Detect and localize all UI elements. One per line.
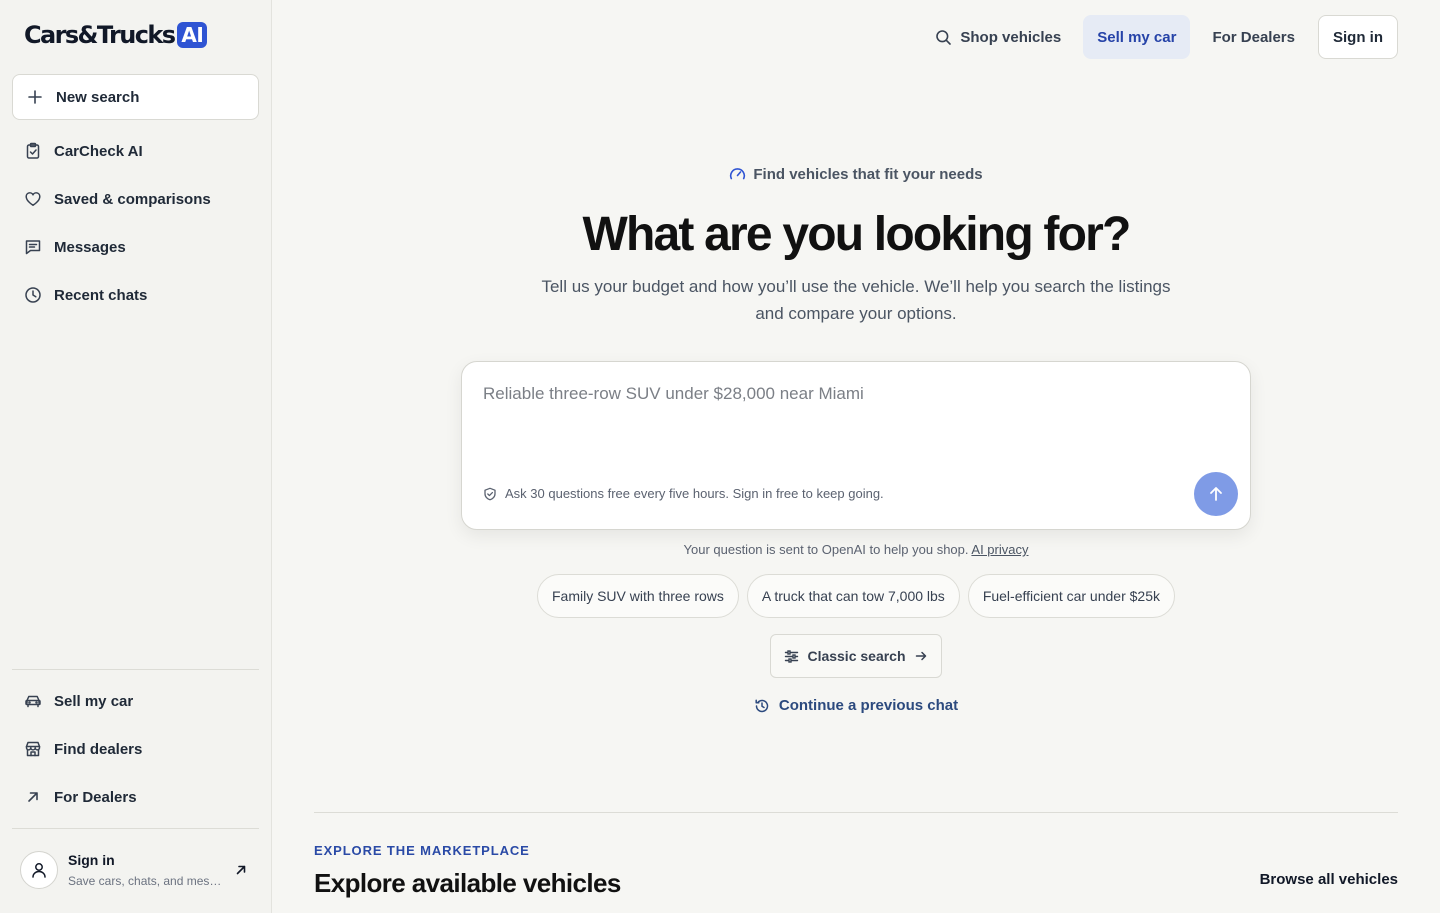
sign-in-button[interactable]: Sign in [1318,15,1398,59]
page-title: What are you looking for? [582,208,1131,261]
car-icon [24,692,42,710]
message-icon [24,238,42,256]
classic-search-button[interactable]: Classic search [770,634,942,678]
brand-badge: AI [177,22,208,48]
sidebar-divider [12,828,259,829]
section-divider [314,812,1398,813]
sidebar-item-label: Messages [54,238,126,256]
sidebar: Cars&Trucks AI New search CarCheck AI Sa… [0,0,272,913]
account-title: Sign in [68,852,115,868]
sidebar-item-label: For Dealers [54,788,137,806]
shop-vehicles-link[interactable]: Shop vehicles [935,15,1075,59]
store-icon [24,740,42,758]
account-signin[interactable]: Sign in Save cars, chats, and messages [12,838,259,902]
quota-text: Ask 30 questions free every five hours. … [505,486,884,501]
continue-chat-label: Continue a previous chat [778,697,959,714]
prompt-input[interactable] [483,382,1223,442]
clock-icon [24,286,42,304]
account-subtitle: Save cars, chats, and messages [68,874,224,888]
sidebar-item-saved[interactable]: Saved & comparisons [12,179,259,219]
clipboard-check-icon [24,142,42,160]
hero-kicker-text: Find vehicles that fit your needs [753,166,983,183]
sidebar-item-label: CarCheck AI [54,142,143,160]
arrow-right-icon [914,649,928,663]
continue-chat-link[interactable]: Continue a previous chat [272,697,1440,714]
arrow-up-right-icon [24,788,42,806]
sidebar-item-messages[interactable]: Messages [12,227,259,267]
browse-all-vehicles-link[interactable]: Browse all vehicles [1260,871,1398,888]
plus-icon [27,89,43,105]
top-nav: Shop vehicles Sell my car For Dealers Si… [927,15,1398,59]
hero-subtitle: Tell us your budget and how you’ll use t… [541,277,1171,323]
suggestion-chip[interactable]: Family SUV with three rows [536,574,739,618]
search-icon [935,29,960,46]
suggestion-chips: Family SUV with three rows A truck that … [272,574,1440,618]
arrow-up-right-icon [234,863,248,877]
prompt-box: Ask 30 questions free every five hours. … [461,361,1251,530]
shield-check-icon [483,487,505,501]
avatar [20,851,58,889]
sidebar-item-recent-chats[interactable]: Recent chats [12,275,259,315]
suggestion-chip[interactable]: Fuel-efficient car under $25k [967,574,1175,618]
new-search-label: New search [56,88,140,106]
explore-title: Explore available vehicles [314,868,621,898]
brand-name: Cars&Trucks [24,21,176,49]
classic-search-label: Classic search [807,648,906,664]
heart-icon [24,190,42,208]
sidebar-item-find-dealers[interactable]: Find dealers [12,729,259,769]
suggestion-chip[interactable]: A truck that can tow 7,000 lbs [746,574,960,618]
shop-vehicles-label: Shop vehicles [960,28,1062,46]
history-icon [754,698,779,714]
sliders-icon [784,649,799,664]
ai-privacy-link[interactable]: AI privacy [971,542,1028,557]
brand-logo[interactable]: Cars&Trucks AI [24,20,208,50]
sidebar-item-label: Sell my car [54,692,134,710]
arrow-up-icon [1207,485,1225,503]
sidebar-item-carcheck[interactable]: CarCheck AI [12,131,259,171]
hero-kicker: Find vehicles that fit your needs [272,166,1440,183]
sell-my-car-tab[interactable]: Sell my car [1083,15,1191,59]
sidebar-item-label: Find dealers [54,740,143,758]
privacy-text: Your question is sent to OpenAI to help … [683,542,969,557]
sidebar-item-label: Saved & comparisons [54,190,211,208]
for-dealers-link[interactable]: For Dealers [1198,15,1309,59]
user-icon [30,861,48,879]
sidebar-item-label: Recent chats [54,286,148,304]
sidebar-divider [12,669,259,670]
privacy-note: Your question is sent to OpenAI to help … [272,542,1440,557]
explore-kicker: EXPLORE THE MARKETPLACE [314,843,530,858]
send-button[interactable] [1194,472,1238,516]
gauge-icon [729,166,753,183]
sidebar-item-for-dealers[interactable]: For Dealers [12,777,259,817]
sidebar-item-sell-my-car[interactable]: Sell my car [12,681,259,721]
new-search-button[interactable]: New search [12,74,259,120]
quota-note: Ask 30 questions free every five hours. … [483,486,884,501]
